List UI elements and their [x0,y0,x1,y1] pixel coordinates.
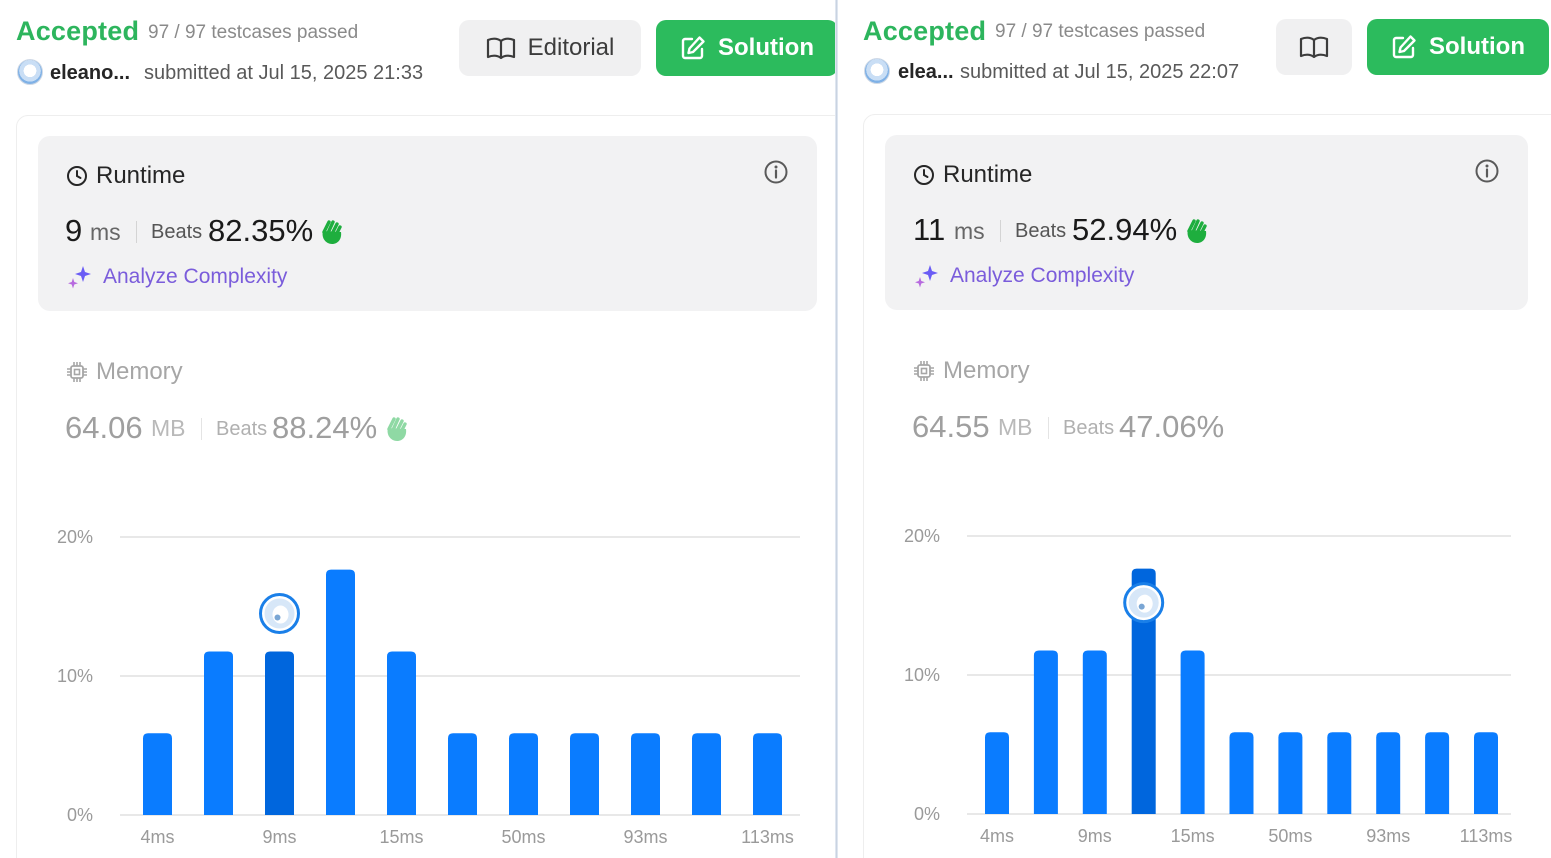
x-tick-label: 4ms [140,827,174,847]
avatar-marker [259,593,300,635]
chart-bar [387,651,416,815]
avatar-marker-face [272,605,289,624]
x-tick-label: 93ms [623,827,667,847]
x-tick-label: 93ms [1366,826,1410,846]
y-tick-label: 20% [57,527,93,547]
x-tick-label: 15ms [1171,826,1215,846]
x-tick-label: 15ms [379,827,423,847]
chart-bar [265,651,294,815]
avatar-marker [1123,582,1165,624]
x-tick-label: 113ms [741,827,794,847]
submission-panel-right: Accepted 97 / 97 testcases passed elea..… [838,0,1551,858]
chart-bar [509,733,538,815]
chart-bar [985,732,1009,814]
runtime-distribution-chart[interactable]: 0% 10% 20% 4ms 9ms 15ms 50ms 93ms 113ms [0,0,835,858]
chart-bar [1180,650,1205,814]
x-tick-label: 9ms [262,827,296,847]
chart-bar [753,733,782,815]
chart-bar [143,733,172,815]
chart-bar [1082,650,1107,814]
chart-bar [1425,732,1450,814]
x-tick-label: 50ms [501,827,545,847]
y-tick-label: 0% [67,805,93,825]
x-tick-label: 113ms [1460,826,1513,846]
chart-bar [1229,732,1254,814]
x-tick-label: 50ms [1268,826,1312,846]
submission-panel-left: Accepted 97 / 97 testcases passed eleano… [0,0,835,858]
chart-bar [326,569,355,815]
y-tick-label: 20% [904,526,940,546]
avatar-marker-detail [274,614,281,621]
chart-bar [448,733,477,815]
y-tick-label: 10% [904,665,940,685]
avatar-marker-face [1136,594,1153,613]
chart-bar [1376,732,1401,814]
chart-bar [570,733,599,815]
chart-bar [1474,732,1498,814]
y-tick-label: 10% [57,666,93,686]
x-tick-label: 9ms [1078,826,1112,846]
chart-bar [1327,732,1352,814]
y-tick-label: 0% [914,804,940,824]
chart-bar [1033,650,1058,814]
x-tick-label: 4ms [980,826,1014,846]
chart-bar [692,733,721,815]
avatar-marker-detail [1138,603,1145,610]
chart-bar [204,651,233,815]
chart-bar [1278,732,1303,814]
chart-bar [631,733,660,815]
runtime-distribution-chart[interactable]: 0% 10% 20% 4ms 9ms 15ms 50ms 93ms 113ms [838,0,1551,858]
